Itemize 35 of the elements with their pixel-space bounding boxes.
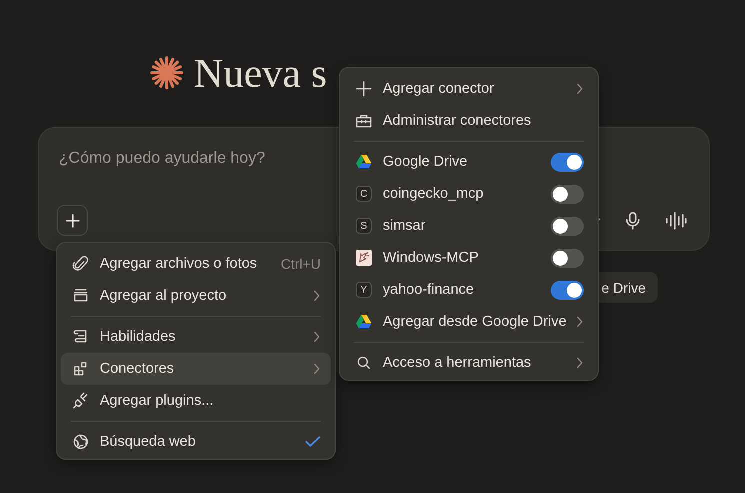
menu-item-label: Agregar al proyecto [100, 288, 228, 304]
menu-item-label: Agregar conector [383, 81, 496, 97]
menu-item-label: coingecko_mcp [383, 186, 485, 202]
menu-item[interactable]: Habilidades [61, 321, 331, 353]
menu-item-label: Agregar archivos o fotos [100, 256, 258, 272]
letter-icon: C [356, 186, 372, 202]
menu-item[interactable]: Agregar desde Google Drive [344, 306, 594, 338]
menu-item[interactable]: Conectores [61, 353, 331, 385]
menu-item-label: Windows-MCP [383, 250, 480, 266]
connector-item[interactable]: S simsar [344, 210, 594, 242]
menu-item[interactable]: Agregar plugins... [61, 385, 331, 417]
message-field[interactable]: ¿Cómo puedo ayudarle hoy? [59, 150, 266, 168]
letter-icon: Y [356, 282, 372, 298]
shortcut-label: Ctrl+U [280, 256, 321, 272]
connector-item[interactable]: Windows-MCP [344, 242, 594, 274]
menu-item-label: yahoo-finance [383, 282, 476, 298]
connector-item[interactable]: C coingecko_mcp [344, 178, 594, 210]
menu-item[interactable]: Acceso a herramientas [344, 347, 594, 379]
letter-icon: S [356, 218, 372, 234]
menu-item[interactable]: Agregar conector [344, 73, 594, 105]
menu-item-label: Google Drive [383, 154, 469, 170]
menu-item-label: simsar [383, 218, 427, 234]
menu-item-label: Conectores [100, 361, 176, 377]
menu-item-label: Búsqueda web [100, 434, 197, 450]
connector-item[interactable]: Google Drive [344, 146, 594, 178]
menu-item-label: Agregar plugins... [100, 393, 215, 409]
menu-item[interactable]: Agregar al proyecto [61, 280, 331, 312]
menu-item-label: Agregar desde Google Drive [383, 314, 567, 330]
menu-item[interactable]: Administrar conectores [344, 105, 594, 137]
menu-item-label: Administrar conectores [383, 113, 532, 129]
menu-item-label: Acceso a herramientas [383, 355, 532, 371]
menu-item-label: Habilidades [100, 329, 177, 345]
menu-item[interactable]: Búsqueda web [61, 426, 331, 458]
heading: Nueva s [194, 52, 328, 94]
menu-item[interactable]: Agregar archivos o fotos Ctrl+U [61, 248, 331, 280]
